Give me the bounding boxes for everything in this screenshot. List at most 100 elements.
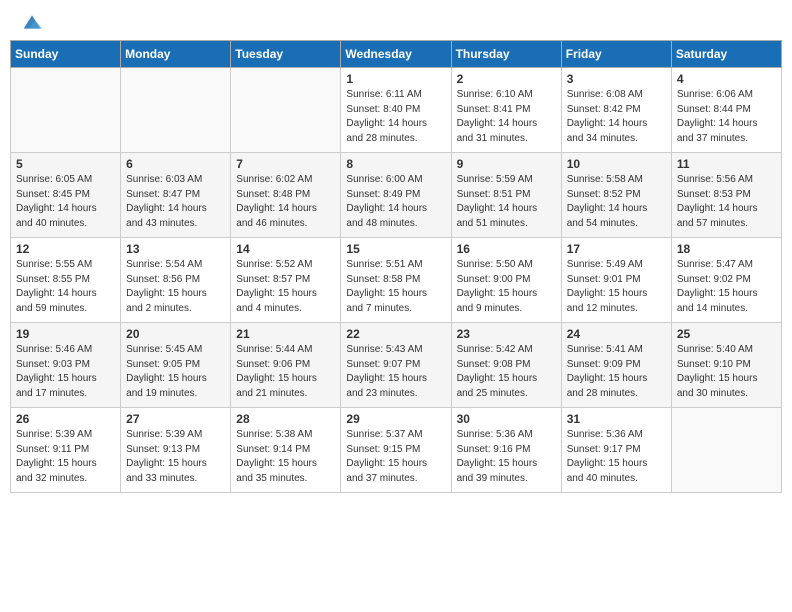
day-info: Sunrise: 5:39 AMSunset: 9:11 PMDaylight:… bbox=[16, 428, 115, 486]
day-info: Sunrise: 6:10 AMSunset: 8:41 PMDaylight:… bbox=[457, 88, 556, 146]
day-info: Sunrise: 5:37 AMSunset: 9:15 PMDaylight:… bbox=[346, 428, 445, 486]
column-header-friday: Friday bbox=[561, 41, 671, 68]
day-number: 18 bbox=[677, 242, 776, 256]
day-info: Sunrise: 5:59 AMSunset: 8:51 PMDaylight:… bbox=[457, 173, 556, 231]
day-info: Sunrise: 5:36 AMSunset: 9:17 PMDaylight:… bbox=[567, 428, 666, 486]
day-number: 25 bbox=[677, 327, 776, 341]
day-number: 26 bbox=[16, 412, 115, 426]
day-info: Sunrise: 5:42 AMSunset: 9:08 PMDaylight:… bbox=[457, 343, 556, 401]
column-header-saturday: Saturday bbox=[671, 41, 781, 68]
calendar-cell: 7 Sunrise: 6:02 AMSunset: 8:48 PMDaylight… bbox=[231, 153, 341, 238]
day-info: Sunrise: 5:39 AMSunset: 9:13 PMDaylight:… bbox=[126, 428, 225, 486]
page-header bbox=[0, 0, 792, 36]
calendar-cell: 31 Sunrise: 5:36 AMSunset: 9:17 PMDayligh… bbox=[561, 408, 671, 493]
day-info: Sunrise: 5:43 AMSunset: 9:07 PMDaylight:… bbox=[346, 343, 445, 401]
day-number: 24 bbox=[567, 327, 666, 341]
day-number: 21 bbox=[236, 327, 335, 341]
day-info: Sunrise: 5:38 AMSunset: 9:14 PMDaylight:… bbox=[236, 428, 335, 486]
day-info: Sunrise: 5:52 AMSunset: 8:57 PMDaylight:… bbox=[236, 258, 335, 316]
calendar-week-row: 5Sunrise: 6:05 AMSunset: 8:45 PMDaylight… bbox=[11, 153, 782, 238]
calendar-week-row: 19Sunrise: 5:46 AMSunset: 9:03 PMDayligh… bbox=[11, 323, 782, 408]
day-info: Sunrise: 6:08 AMSunset: 8:42 PMDaylight:… bbox=[567, 88, 666, 146]
day-info: Sunrise: 6:06 AMSunset: 8:44 PMDaylight:… bbox=[677, 88, 776, 146]
calendar-cell: 23 Sunrise: 5:42 AMSunset: 9:08 PMDayligh… bbox=[451, 323, 561, 408]
calendar-week-row: 26 Sunrise: 5:39 AMSunset: 9:11 PMDayligh… bbox=[11, 408, 782, 493]
calendar-cell: 25 Sunrise: 5:40 AMSunset: 9:10 PMDayligh… bbox=[671, 323, 781, 408]
day-number: 9 bbox=[457, 157, 556, 171]
day-info: Sunrise: 5:56 AMSunset: 8:53 PMDaylight:… bbox=[677, 173, 776, 231]
day-number: 15 bbox=[346, 242, 445, 256]
day-info: Sunrise: 5:44 AMSunset: 9:06 PMDaylight:… bbox=[236, 343, 335, 401]
day-info: Sunrise: 5:47 AMSunset: 9:02 PMDaylight:… bbox=[677, 258, 776, 316]
day-number: 14 bbox=[236, 242, 335, 256]
calendar-header-row: SundayMondayTuesdayWednesdayThursdayFrid… bbox=[11, 41, 782, 68]
column-header-tuesday: Tuesday bbox=[231, 41, 341, 68]
day-number: 11 bbox=[677, 157, 776, 171]
day-info: Sunrise: 6:03 AMSunset: 8:47 PMDaylight:… bbox=[126, 173, 225, 231]
column-header-monday: Monday bbox=[121, 41, 231, 68]
day-info: Sunrise: 5:40 AMSunset: 9:10 PMDaylight:… bbox=[677, 343, 776, 401]
column-header-sunday: Sunday bbox=[11, 41, 121, 68]
day-info: Sunrise: 6:05 AMSunset: 8:45 PMDaylight:… bbox=[16, 173, 115, 231]
calendar-cell bbox=[121, 68, 231, 153]
calendar-table: SundayMondayTuesdayWednesdayThursdayFrid… bbox=[10, 40, 782, 493]
calendar-cell: 11 Sunrise: 5:56 AMSunset: 8:53 PMDayligh… bbox=[671, 153, 781, 238]
day-number: 30 bbox=[457, 412, 556, 426]
calendar-cell: 9 Sunrise: 5:59 AMSunset: 8:51 PMDaylight… bbox=[451, 153, 561, 238]
calendar-cell: 3 Sunrise: 6:08 AMSunset: 8:42 PMDaylight… bbox=[561, 68, 671, 153]
day-info: Sunrise: 5:45 AMSunset: 9:05 PMDaylight:… bbox=[126, 343, 225, 401]
calendar-cell: 24 Sunrise: 5:41 AMSunset: 9:09 PMDayligh… bbox=[561, 323, 671, 408]
calendar-cell: 19Sunrise: 5:46 AMSunset: 9:03 PMDayligh… bbox=[11, 323, 121, 408]
day-number: 22 bbox=[346, 327, 445, 341]
day-number: 31 bbox=[567, 412, 666, 426]
day-number: 20 bbox=[126, 327, 225, 341]
calendar-cell: 21 Sunrise: 5:44 AMSunset: 9:06 PMDayligh… bbox=[231, 323, 341, 408]
day-number: 7 bbox=[236, 157, 335, 171]
calendar-cell: 28 Sunrise: 5:38 AMSunset: 9:14 PMDayligh… bbox=[231, 408, 341, 493]
logo-icon bbox=[22, 12, 42, 32]
day-info: Sunrise: 5:49 AMSunset: 9:01 PMDaylight:… bbox=[567, 258, 666, 316]
day-number: 1 bbox=[346, 72, 445, 86]
day-number: 6 bbox=[126, 157, 225, 171]
day-number: 29 bbox=[346, 412, 445, 426]
day-number: 13 bbox=[126, 242, 225, 256]
day-number: 8 bbox=[346, 157, 445, 171]
calendar-cell: 16Sunrise: 5:50 AMSunset: 9:00 PMDayligh… bbox=[451, 238, 561, 323]
logo bbox=[20, 12, 42, 32]
day-number: 17 bbox=[567, 242, 666, 256]
calendar-week-row: 1 Sunrise: 6:11 AMSunset: 8:40 PMDaylight… bbox=[11, 68, 782, 153]
calendar-week-row: 12 Sunrise: 5:55 AMSunset: 8:55 PMDayligh… bbox=[11, 238, 782, 323]
calendar-cell: 20 Sunrise: 5:45 AMSunset: 9:05 PMDayligh… bbox=[121, 323, 231, 408]
calendar-cell: 18 Sunrise: 5:47 AMSunset: 9:02 PMDayligh… bbox=[671, 238, 781, 323]
calendar-cell bbox=[231, 68, 341, 153]
day-number: 28 bbox=[236, 412, 335, 426]
day-info: Sunrise: 6:11 AMSunset: 8:40 PMDaylight:… bbox=[346, 88, 445, 146]
day-number: 3 bbox=[567, 72, 666, 86]
day-info: Sunrise: 5:36 AMSunset: 9:16 PMDaylight:… bbox=[457, 428, 556, 486]
day-number: 27 bbox=[126, 412, 225, 426]
calendar-cell: 15 Sunrise: 5:51 AMSunset: 8:58 PMDayligh… bbox=[341, 238, 451, 323]
calendar-cell: 6 Sunrise: 6:03 AMSunset: 8:47 PMDaylight… bbox=[121, 153, 231, 238]
calendar-cell: 1 Sunrise: 6:11 AMSunset: 8:40 PMDaylight… bbox=[341, 68, 451, 153]
calendar-cell: 2Sunrise: 6:10 AMSunset: 8:41 PMDaylight… bbox=[451, 68, 561, 153]
day-info: Sunrise: 6:02 AMSunset: 8:48 PMDaylight:… bbox=[236, 173, 335, 231]
day-info: Sunrise: 6:00 AMSunset: 8:49 PMDaylight:… bbox=[346, 173, 445, 231]
calendar-cell: 4 Sunrise: 6:06 AMSunset: 8:44 PMDaylight… bbox=[671, 68, 781, 153]
calendar-cell bbox=[671, 408, 781, 493]
day-info: Sunrise: 5:50 AMSunset: 9:00 PMDaylight:… bbox=[457, 258, 556, 316]
calendar-cell: 8 Sunrise: 6:00 AMSunset: 8:49 PMDaylight… bbox=[341, 153, 451, 238]
day-number: 12 bbox=[16, 242, 115, 256]
day-number: 10 bbox=[567, 157, 666, 171]
day-number: 4 bbox=[677, 72, 776, 86]
day-info: Sunrise: 5:55 AMSunset: 8:55 PMDaylight:… bbox=[16, 258, 115, 316]
day-number: 23 bbox=[457, 327, 556, 341]
day-info: Sunrise: 5:54 AMSunset: 8:56 PMDaylight:… bbox=[126, 258, 225, 316]
calendar-cell: 13 Sunrise: 5:54 AMSunset: 8:56 PMDayligh… bbox=[121, 238, 231, 323]
day-info: Sunrise: 5:41 AMSunset: 9:09 PMDaylight:… bbox=[567, 343, 666, 401]
calendar-cell: 27 Sunrise: 5:39 AMSunset: 9:13 PMDayligh… bbox=[121, 408, 231, 493]
calendar-cell: 12 Sunrise: 5:55 AMSunset: 8:55 PMDayligh… bbox=[11, 238, 121, 323]
column-header-thursday: Thursday bbox=[451, 41, 561, 68]
calendar-cell: 5Sunrise: 6:05 AMSunset: 8:45 PMDaylight… bbox=[11, 153, 121, 238]
day-info: Sunrise: 5:51 AMSunset: 8:58 PMDaylight:… bbox=[346, 258, 445, 316]
day-info: Sunrise: 5:46 AMSunset: 9:03 PMDaylight:… bbox=[16, 343, 115, 401]
